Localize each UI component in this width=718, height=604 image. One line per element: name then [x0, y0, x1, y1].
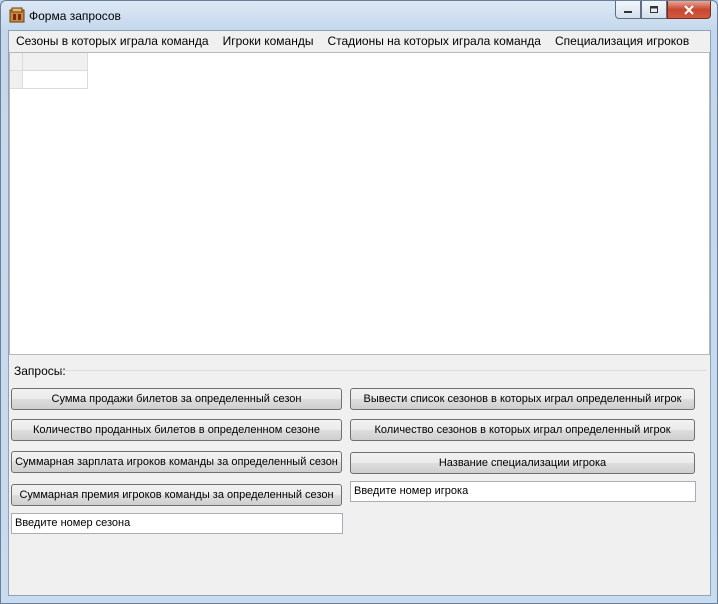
window-title: Форма запросов	[29, 9, 121, 23]
bonus-sum-button[interactable]: Суммарная премия игроков команды за опре…	[11, 484, 342, 506]
grid-corner-cell	[10, 53, 23, 71]
grid-header-cell	[23, 53, 88, 71]
app-icon	[9, 7, 25, 23]
tab-stadiums[interactable]: Стадионы на которых играла команда	[320, 31, 548, 51]
player-number-input[interactable]: Введите номер игрока	[350, 481, 696, 502]
queries-group-label: Запросы:	[14, 364, 66, 378]
caption-buttons	[615, 1, 711, 21]
queries-group-divider	[61, 370, 707, 371]
tab-specializations[interactable]: Специализация игроков	[548, 31, 696, 51]
player-seasons-list-button[interactable]: Вывести список сезонов в которых играл о…	[350, 388, 695, 410]
data-grid[interactable]	[9, 52, 710, 355]
maximize-icon	[650, 6, 658, 13]
grid-data-cell[interactable]	[23, 71, 88, 89]
tickets-sold-count-button[interactable]: Количество проданных билетов в определен…	[11, 419, 342, 441]
player-specialization-button[interactable]: Название специализации игрока	[350, 452, 695, 474]
tab-players[interactable]: Игроки команды	[216, 31, 321, 51]
query-form-window: Форма запросов Сезоны в которых играла к…	[0, 0, 718, 604]
tab-strip: Сезоны в которых играла команда Игроки к…	[9, 31, 710, 51]
player-seasons-count-button[interactable]: Количество сезонов в которых играл опред…	[350, 419, 695, 441]
close-icon	[684, 4, 694, 15]
salary-sum-button[interactable]: Суммарная зарплата игроков команды за оп…	[11, 451, 342, 473]
title-bar[interactable]: Форма запросов	[1, 1, 717, 31]
client-area: Сезоны в которых играла команда Игроки к…	[8, 30, 711, 596]
tab-seasons[interactable]: Сезоны в которых играла команда	[9, 31, 216, 51]
minimize-icon	[624, 10, 632, 13]
ticket-sales-sum-button[interactable]: Сумма продажи билетов за определенный се…	[11, 388, 342, 410]
close-button[interactable]	[667, 1, 711, 19]
season-number-input[interactable]: Введите номер сезона	[11, 513, 343, 534]
minimize-button[interactable]	[615, 1, 641, 19]
maximize-button[interactable]	[641, 1, 667, 19]
grid-row-indicator	[10, 71, 23, 89]
